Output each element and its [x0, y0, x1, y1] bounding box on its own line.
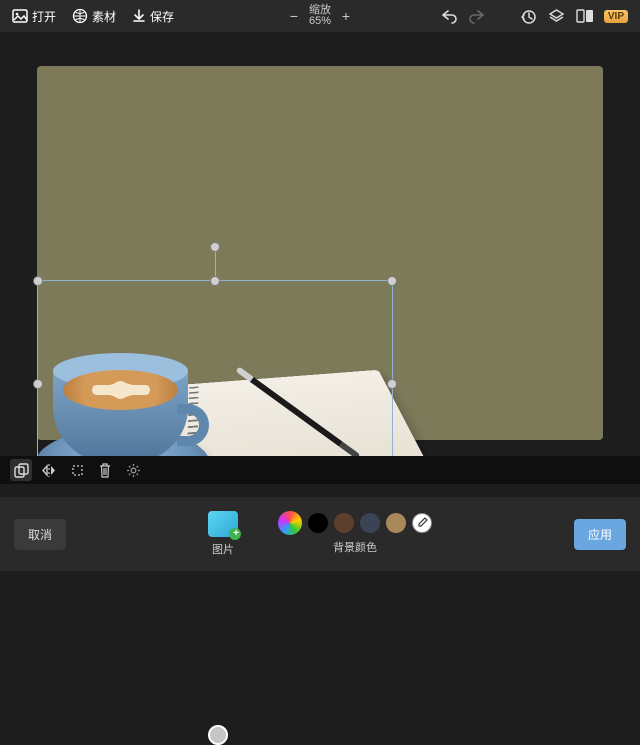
zoom-value: 65% — [309, 16, 331, 27]
layers-button[interactable] — [548, 7, 566, 25]
toolbar-right: VIP — [440, 7, 636, 25]
zoom-control: − 缩放 65% + — [287, 0, 353, 32]
image-background-button[interactable]: + — [208, 511, 238, 537]
cancel-button[interactable]: 取消 — [14, 519, 66, 550]
swatch-4[interactable] — [386, 513, 406, 533]
resize-handle-mr[interactable] — [387, 379, 397, 389]
settings-button[interactable] — [122, 459, 144, 481]
flip-horizontal-button[interactable] — [38, 459, 60, 481]
redo-button[interactable] — [468, 7, 486, 25]
resize-handle-tl[interactable] — [33, 276, 43, 286]
download-icon — [132, 9, 146, 23]
image-icon — [12, 8, 28, 24]
background-tools: + 图片 背景颜色 — [208, 511, 432, 557]
zoom-in-button[interactable]: + — [339, 8, 353, 24]
color-swatches — [278, 511, 432, 535]
assets-button[interactable]: 素材 — [64, 0, 124, 32]
swatch-0[interactable] — [308, 513, 328, 533]
open-button[interactable]: 打开 — [4, 0, 64, 32]
eyedropper-button[interactable] — [412, 513, 432, 533]
assets-label: 素材 — [92, 8, 116, 25]
undo-button[interactable] — [440, 7, 458, 25]
canvas[interactable] — [37, 66, 603, 440]
resize-handle-tr[interactable] — [387, 276, 397, 286]
image-tool-label: 图片 — [212, 541, 234, 557]
apply-button[interactable]: 应用 — [574, 519, 626, 550]
swatch-2[interactable] — [208, 725, 228, 745]
swatch-1[interactable] — [334, 513, 354, 533]
open-label: 打开 — [32, 8, 56, 25]
resize-handle-tc[interactable] — [210, 276, 220, 286]
globe-icon — [72, 8, 88, 24]
bottom-panel: 取消 + 图片 背景颜色 应用 — [0, 497, 640, 571]
duplicate-button[interactable] — [10, 459, 32, 481]
top-toolbar: 打开 素材 保存 − 缩放 65% + — [0, 0, 640, 32]
selection-box[interactable] — [37, 280, 393, 456]
resize-handle-ml[interactable] — [33, 379, 43, 389]
canvas-area — [0, 32, 640, 456]
crop-button[interactable] — [66, 459, 88, 481]
save-label: 保存 — [150, 8, 174, 25]
bg-color-label: 背景颜色 — [333, 539, 377, 555]
swatch-3[interactable] — [360, 513, 380, 533]
palette-icon[interactable] — [278, 511, 302, 535]
zoom-out-button[interactable]: − — [287, 8, 301, 24]
plus-icon: + — [233, 528, 239, 539]
vip-badge[interactable]: VIP — [604, 10, 628, 23]
rotate-handle[interactable] — [210, 242, 220, 252]
delete-button[interactable] — [94, 459, 116, 481]
history-button[interactable] — [520, 7, 538, 25]
compare-button[interactable] — [576, 7, 594, 25]
layer-toolbar — [0, 456, 640, 484]
save-button[interactable]: 保存 — [124, 0, 182, 32]
